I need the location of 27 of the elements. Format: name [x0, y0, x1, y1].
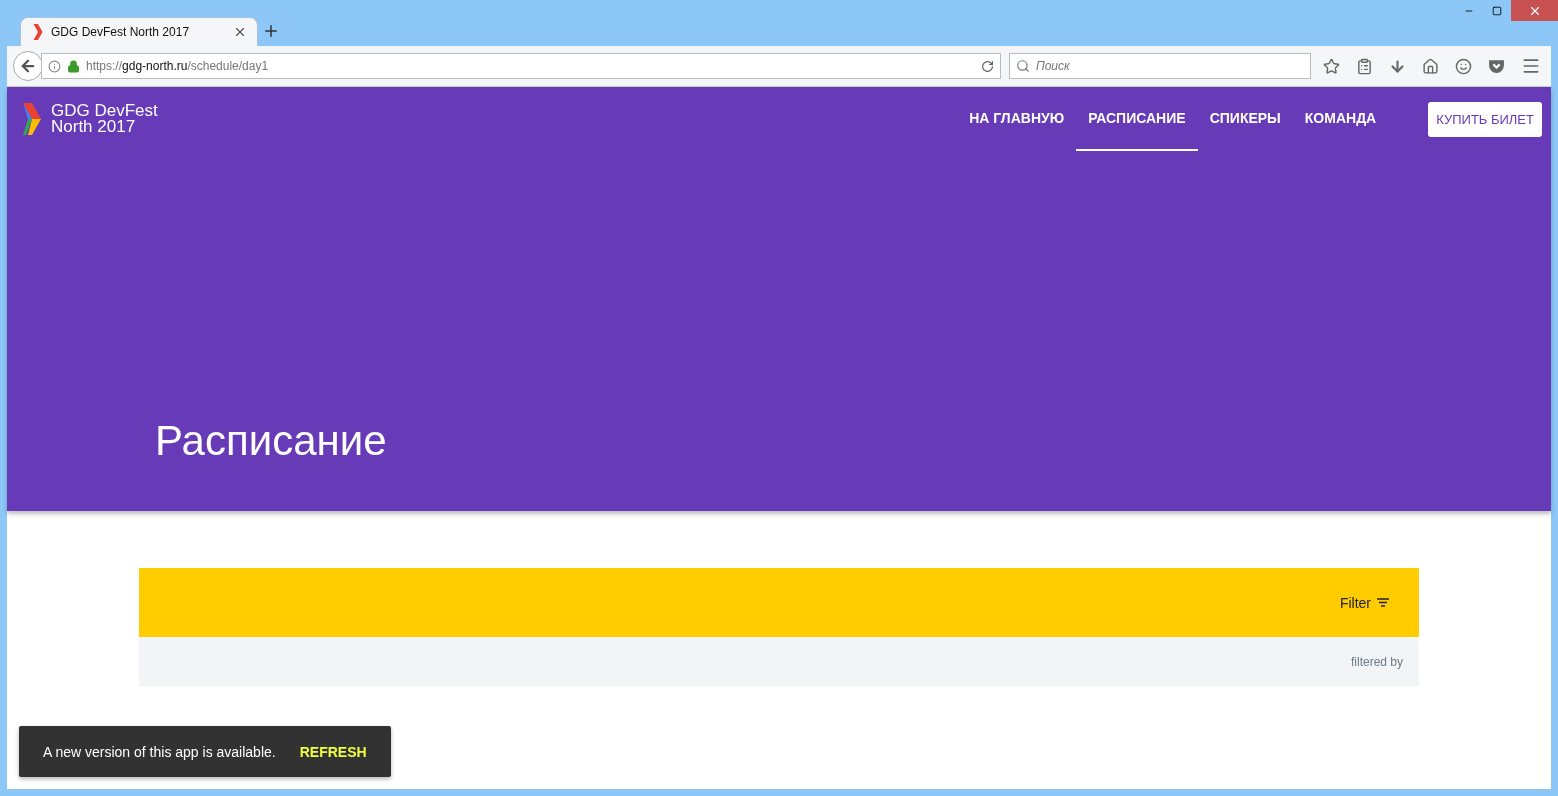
- filter-button[interactable]: Filter: [1333, 593, 1395, 612]
- nav-tab[interactable]: СПИКЕРЫ: [1197, 87, 1293, 151]
- chevron-logo-icon: [23, 103, 41, 135]
- page-title: Расписание: [155, 417, 388, 465]
- maximize-icon: [1492, 5, 1502, 16]
- filter-icon: [1377, 598, 1389, 607]
- browser-tab[interactable]: GDG DevFest North 2017: [20, 17, 258, 46]
- info-icon[interactable]: [48, 59, 61, 73]
- nav-tab[interactable]: РАСПИСАНИЕ: [1076, 87, 1198, 151]
- buy-ticket-button[interactable]: КУПИТЬ БИЛЕТ: [1428, 102, 1542, 137]
- logo-text[interactable]: GDG DevFest North 2017: [51, 103, 158, 135]
- nav-tab[interactable]: НА ГЛАВНУЮ: [957, 87, 1077, 151]
- tab-title: GDG DevFest North 2017: [51, 25, 191, 39]
- lock-icon: [67, 59, 80, 73]
- url-text: https://gdg-north.ru/schedule/day1: [86, 59, 270, 73]
- search-field[interactable]: Поиск: [1009, 53, 1311, 79]
- snackbar-message: A new version of this app is available.: [43, 743, 276, 760]
- filtered-by-text: filtered by: [1350, 654, 1403, 669]
- search-icon: [1016, 59, 1030, 73]
- address-field[interactable]: https://gdg-north.ru/schedule/day1: [41, 53, 1001, 79]
- reload-icon[interactable]: [981, 59, 994, 73]
- close-icon[interactable]: [233, 25, 247, 39]
- back-button[interactable]: [13, 51, 43, 81]
- plus-icon: [262, 22, 280, 40]
- nav-tab[interactable]: КОМАНДА: [1292, 87, 1389, 151]
- refresh-button[interactable]: REFRESH: [299, 743, 367, 760]
- chevron-favicon-icon: [33, 24, 43, 40]
